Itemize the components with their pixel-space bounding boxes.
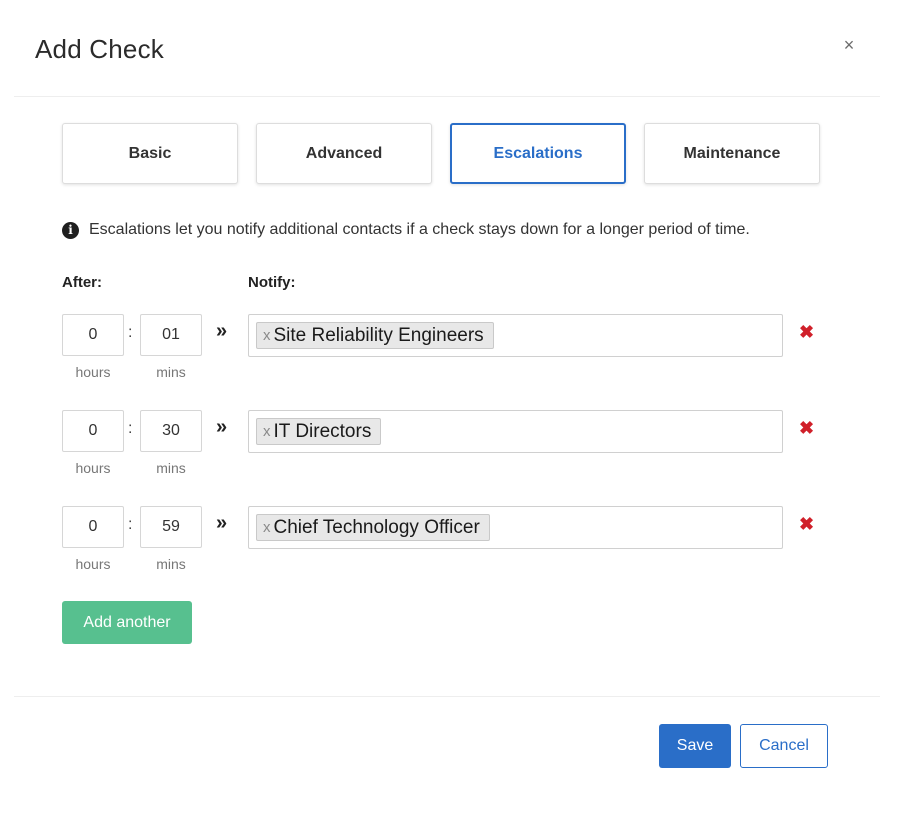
- remove-escalation-icon[interactable]: ✖: [799, 322, 814, 343]
- contact-tag-label: Chief Technology Officer: [273, 516, 480, 538]
- escalation-row: 0 : 01 hours mins » x Site Reliability E…: [62, 314, 822, 382]
- mins-unit-label: mins: [156, 460, 186, 476]
- time-separator: :: [128, 324, 133, 341]
- info-icon: i: [62, 221, 79, 239]
- double-chevron-right-icon: »: [216, 512, 228, 534]
- mins-input[interactable]: 59: [140, 506, 202, 548]
- tab-bar: Basic Advanced Escalations Maintenance: [62, 123, 820, 184]
- cancel-button[interactable]: Cancel: [740, 724, 828, 768]
- close-icon[interactable]: ×: [838, 34, 860, 56]
- tab-basic[interactable]: Basic: [62, 123, 238, 184]
- remove-escalation-icon[interactable]: ✖: [799, 418, 814, 439]
- modal-title: Add Check: [35, 34, 164, 64]
- contact-tag-label: Site Reliability Engineers: [273, 324, 484, 346]
- after-label: After:: [62, 274, 102, 291]
- remove-escalation-icon[interactable]: ✖: [799, 514, 814, 535]
- contact-tag: x Site Reliability Engineers: [256, 322, 494, 349]
- hours-input[interactable]: 0: [62, 314, 124, 356]
- double-chevron-right-icon: »: [216, 320, 228, 342]
- add-another-button[interactable]: Add another: [62, 601, 192, 644]
- notify-contacts-input[interactable]: x Chief Technology Officer: [248, 506, 783, 549]
- notify-contacts-input[interactable]: x IT Directors: [248, 410, 783, 453]
- time-separator: :: [128, 420, 133, 437]
- hours-unit-label: hours: [75, 460, 111, 476]
- mins-unit-label: mins: [156, 364, 186, 380]
- info-text: Escalations let you notify additional co…: [89, 221, 750, 238]
- tag-remove-icon[interactable]: x: [263, 423, 271, 440]
- hours-unit-label: hours: [75, 556, 111, 572]
- mins-input[interactable]: 01: [140, 314, 202, 356]
- escalation-row: 0 : 30 hours mins » x IT Directors ✖: [62, 410, 822, 478]
- double-chevron-right-icon: »: [216, 416, 228, 438]
- hours-unit-label: hours: [75, 364, 111, 380]
- tag-remove-icon[interactable]: x: [263, 327, 271, 344]
- notify-label: Notify:: [248, 274, 296, 291]
- tab-advanced[interactable]: Advanced: [256, 123, 432, 184]
- save-button[interactable]: Save: [659, 724, 731, 768]
- escalation-row: 0 : 59 hours mins » x Chief Technology O…: [62, 506, 822, 574]
- hours-input[interactable]: 0: [62, 506, 124, 548]
- mins-unit-label: mins: [156, 556, 186, 572]
- time-separator: :: [128, 516, 133, 533]
- hours-input[interactable]: 0: [62, 410, 124, 452]
- notify-contacts-input[interactable]: x Site Reliability Engineers: [248, 314, 783, 357]
- contact-tag-label: IT Directors: [273, 420, 372, 442]
- add-check-modal: Add Check × Basic Advanced Escalations M…: [14, 14, 880, 784]
- tag-remove-icon[interactable]: x: [263, 519, 271, 536]
- contact-tag: x IT Directors: [256, 418, 382, 445]
- footer-divider: [14, 696, 880, 697]
- tab-escalations[interactable]: Escalations: [450, 123, 626, 184]
- mins-input[interactable]: 30: [140, 410, 202, 452]
- tab-maintenance[interactable]: Maintenance: [644, 123, 820, 184]
- contact-tag: x Chief Technology Officer: [256, 514, 490, 541]
- header-divider: [14, 96, 880, 97]
- info-message: i Escalations let you notify additional …: [62, 221, 750, 239]
